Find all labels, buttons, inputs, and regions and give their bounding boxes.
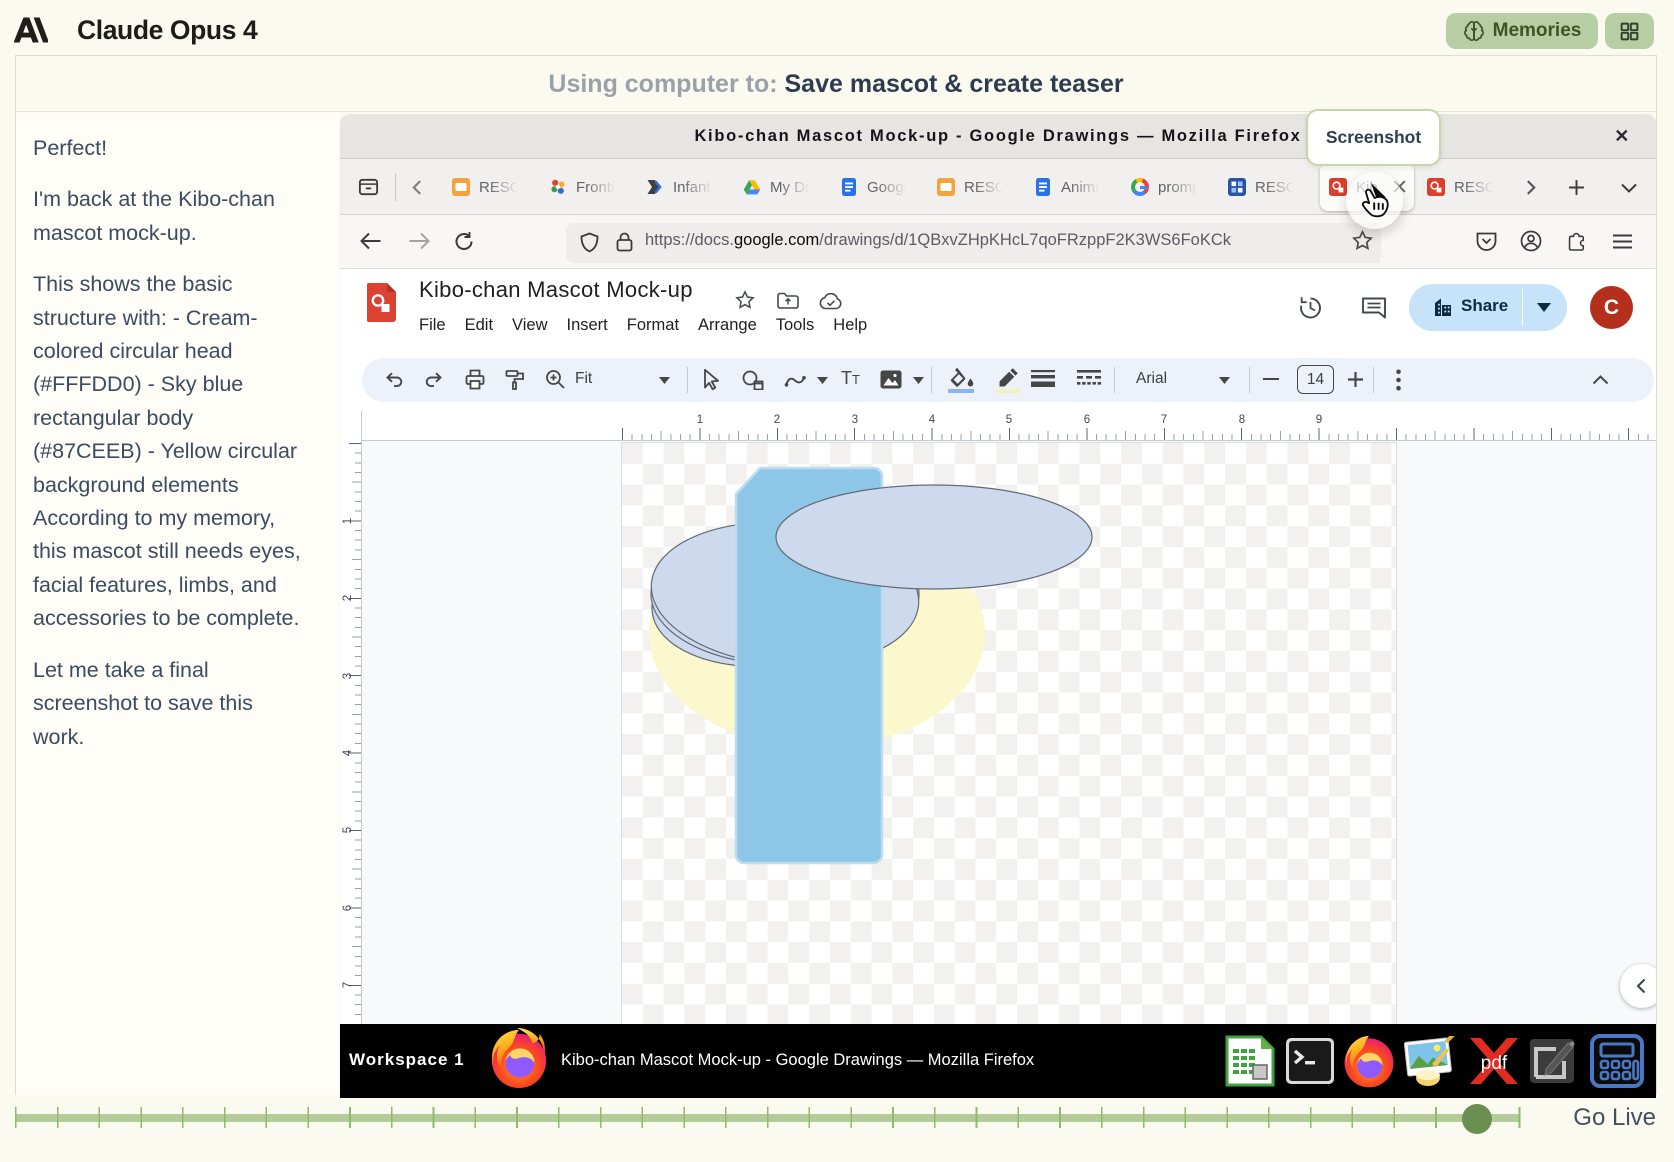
svg-text:pdf: pdf xyxy=(1481,1053,1508,1074)
